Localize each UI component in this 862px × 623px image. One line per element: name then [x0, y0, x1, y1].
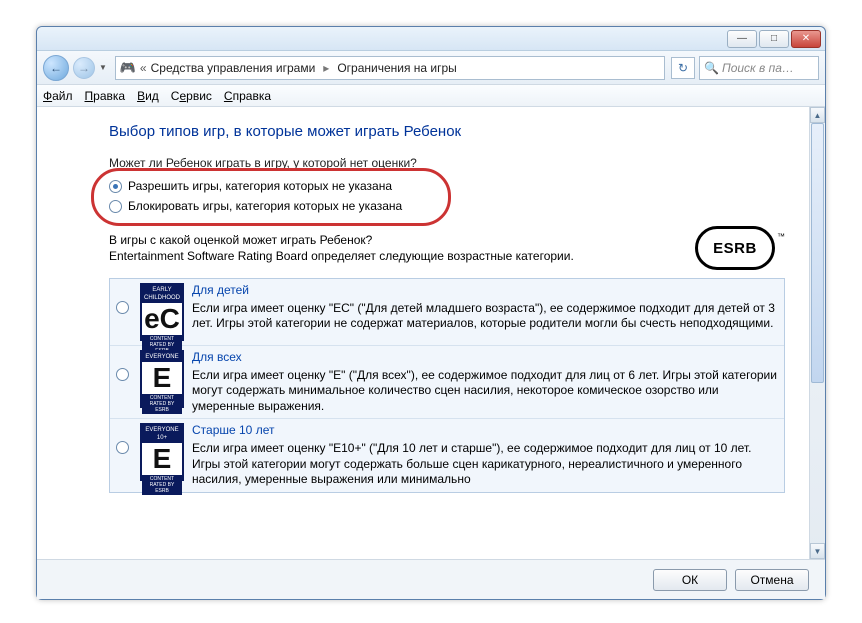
close-icon: ✕ [802, 33, 810, 44]
ok-button[interactable]: ОК [653, 569, 727, 591]
nav-history-dropdown[interactable]: ▼ [99, 63, 107, 72]
breadcrumb-seg-1[interactable]: Средства управления играми [151, 61, 316, 75]
button-bar: ОК Отмена [37, 559, 825, 599]
radio-block-label: Блокировать игры, категория которых не у… [128, 199, 402, 213]
refresh-icon: ↻ [678, 61, 688, 75]
radio-block-row[interactable]: Блокировать игры, категория которых не у… [109, 196, 785, 216]
breadcrumb-prefix: « [140, 61, 147, 75]
arrow-right-icon: → [78, 61, 90, 75]
scroll-thumb[interactable] [811, 123, 824, 383]
rating-radio-e10[interactable] [116, 441, 129, 454]
radio-allow-label: Разрешить игры, категория которых не ука… [128, 179, 392, 193]
rating-radio-e[interactable] [116, 368, 129, 381]
search-placeholder: Поиск в па… [722, 61, 794, 75]
rating-icon-e10: EVERYONE 10+ E CONTENT RATED BY ESRB [140, 423, 184, 481]
rating-desc-e: Если игра имеет оценку "E" ("Для всех"),… [192, 368, 778, 415]
search-input[interactable]: 🔍 Поиск в па… [699, 56, 819, 80]
breadcrumb-sep[interactable]: ▸ [323, 61, 329, 75]
rating-title-e: Для всех [192, 350, 778, 366]
refresh-button[interactable]: ↻ [671, 57, 695, 79]
menu-tools[interactable]: Сервис [171, 89, 212, 103]
rating-icon-e: EVERYONE E CONTENT RATED BY ESRB [140, 350, 184, 408]
menu-bar: Файл Правка Вид Сервис Справка [37, 85, 825, 107]
scroll-up-button[interactable]: ▲ [810, 107, 825, 123]
radio-allow-row[interactable]: Разрешить игры, категория которых не ука… [109, 176, 785, 196]
rating-icon-bot: CONTENT RATED BY ESRB [142, 394, 182, 414]
rating-icon-letter: E [142, 443, 182, 475]
rating-desc-ec: Если игра имеет оценку "EC" ("Для детей … [192, 301, 778, 332]
menu-help[interactable]: Справка [224, 89, 271, 103]
rating-icon-top: EVERYONE [142, 352, 182, 362]
address-bar[interactable]: 🎮 « Средства управления играми ▸ Огранич… [115, 56, 665, 80]
vertical-scrollbar[interactable]: ▲ ▼ [809, 107, 825, 559]
rating-icon-top: EVERYONE 10+ [142, 425, 182, 443]
rating-row-e10[interactable]: EVERYONE 10+ E CONTENT RATED BY ESRB Ста… [110, 419, 784, 491]
titlebar: — □ ✕ [37, 27, 825, 51]
rating-row-ec[interactable]: EARLY CHILDHOOD eC CONTENT RATED BY ESRB… [110, 279, 784, 346]
cancel-button[interactable]: Отмена [735, 569, 809, 591]
scroll-track[interactable] [810, 123, 825, 543]
esrb-tm: ™ [777, 232, 785, 241]
maximize-button[interactable]: □ [759, 30, 789, 48]
question-rating-text: В игры с какой оценкой может играть Ребе… [109, 232, 675, 264]
arrow-left-icon: ← [50, 61, 62, 75]
rating-title-e10: Старше 10 лет [192, 423, 778, 439]
rating-radio-ec[interactable] [116, 301, 129, 314]
esrb-text: ESRB [713, 240, 757, 257]
content-scroll: Выбор типов игр, в которые может играть … [37, 107, 809, 559]
breadcrumb-seg-2[interactable]: Ограничения на игры [337, 61, 457, 75]
esrb-logo-wrap: ESRB ™ [695, 232, 785, 270]
menu-view[interactable]: Вид [137, 89, 159, 103]
nav-bar: ← → ▼ 🎮 « Средства управления играми ▸ О… [37, 51, 825, 85]
question-rating-block: В игры с какой оценкой может играть Ребе… [109, 232, 785, 270]
rating-icon-top: EARLY CHILDHOOD [142, 285, 182, 303]
rating-text-e: Для всех Если игра имеет оценку "E" ("Дл… [192, 350, 778, 414]
menu-file[interactable]: Файл [43, 89, 73, 103]
menu-edit[interactable]: Правка [85, 89, 126, 103]
location-icon: 🎮 [120, 60, 136, 76]
nav-back-button[interactable]: ← [43, 55, 69, 81]
rating-row-e[interactable]: EVERYONE E CONTENT RATED BY ESRB Для все… [110, 346, 784, 419]
q2-line2: Entertainment Software Rating Board опре… [109, 248, 675, 264]
radio-block[interactable] [109, 200, 122, 213]
esrb-logo: ESRB [695, 226, 775, 270]
rating-icon-letter: eC [142, 303, 182, 335]
content-area: Выбор типов игр, в которые может играть … [37, 107, 825, 559]
radio-allow[interactable] [109, 180, 122, 193]
rating-icon-ec: EARLY CHILDHOOD eC CONTENT RATED BY ESRB [140, 283, 184, 341]
explorer-window: — □ ✕ ← → ▼ 🎮 « Средства управления игра… [36, 26, 826, 600]
unrated-radio-group: Разрешить игры, категория которых не ука… [109, 176, 785, 216]
ratings-list: EARLY CHILDHOOD eC CONTENT RATED BY ESRB… [109, 278, 785, 493]
page-title: Выбор типов игр, в которые может играть … [109, 123, 785, 140]
rating-text-e10: Старше 10 лет Если игра имеет оценку "E1… [192, 423, 778, 487]
scroll-down-button[interactable]: ▼ [810, 543, 825, 559]
question-unrated: Может ли Ребенок играть в игру, у которо… [109, 156, 785, 170]
search-icon: 🔍 [704, 61, 718, 75]
rating-title-ec: Для детей [192, 283, 778, 299]
maximize-icon: □ [771, 33, 777, 44]
minimize-icon: — [737, 33, 747, 44]
rating-icon-letter: E [142, 362, 182, 394]
q2-line1: В игры с какой оценкой может играть Ребе… [109, 232, 675, 248]
rating-text-ec: Для детей Если игра имеет оценку "EC" ("… [192, 283, 778, 341]
minimize-button[interactable]: — [727, 30, 757, 48]
rating-icon-bot: CONTENT RATED BY ESRB [142, 475, 182, 495]
close-button[interactable]: ✕ [791, 30, 821, 48]
rating-desc-e10: Если игра имеет оценку "E10+" ("Для 10 л… [192, 441, 778, 488]
nav-forward-button[interactable]: → [73, 57, 95, 79]
